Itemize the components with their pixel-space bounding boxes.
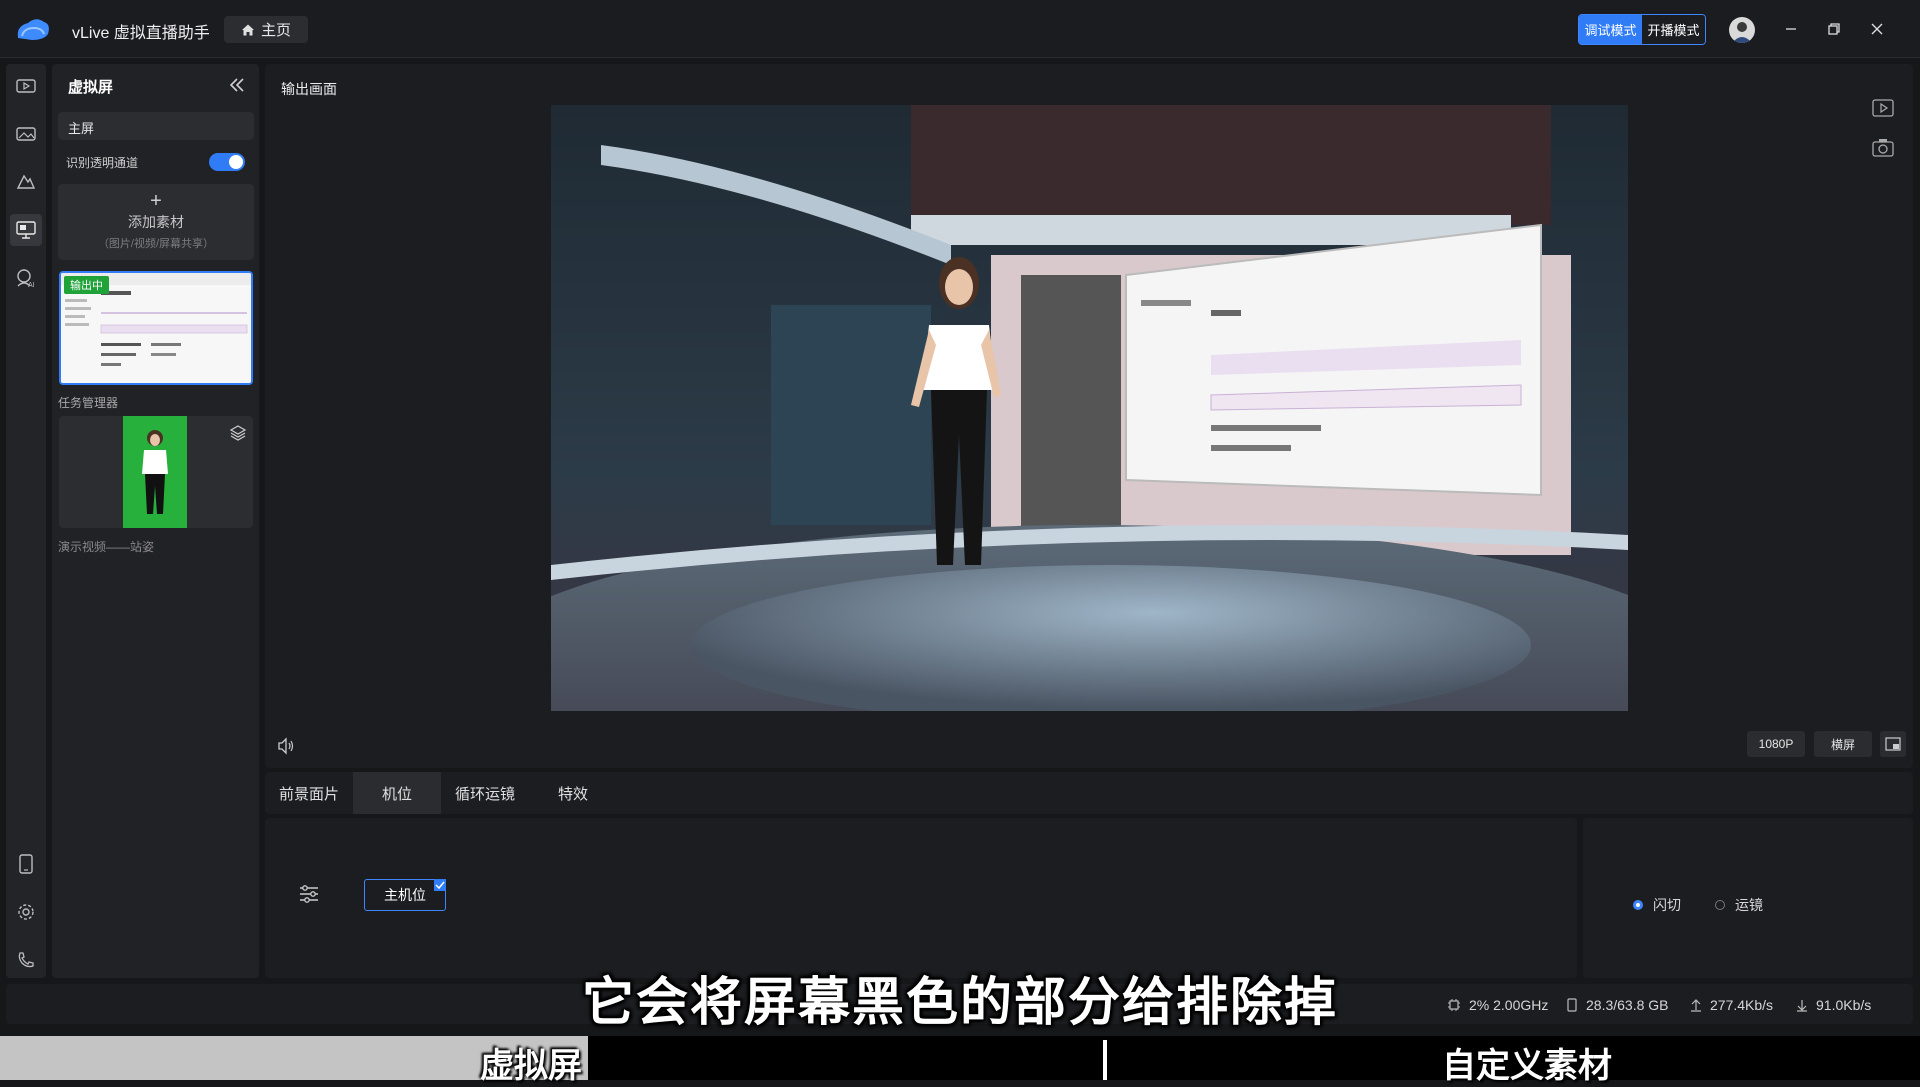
tab-bar: 前景面片 机位 循环运镜 特效: [265, 772, 1913, 814]
add-material-hint: （图片/视频/屏幕共享）: [97, 238, 215, 250]
resolution-selector[interactable]: 1080P: [1747, 731, 1805, 757]
radio-selected-icon: [1633, 900, 1643, 910]
video-subtitle: 它会将屏幕黑色的部分给排除掉: [581, 974, 1338, 1032]
volume-speaker-icon[interactable]: [276, 736, 296, 756]
orientation-selector[interactable]: 横屏: [1814, 731, 1872, 757]
camera-list: 主机位: [265, 818, 1577, 978]
camera-move-radio[interactable]: 运镜: [1715, 895, 1763, 915]
live-mode-button[interactable]: 开播模式: [1642, 15, 1705, 44]
layers-icon[interactable]: [229, 424, 247, 442]
panel-title: 虚拟屏: [68, 79, 114, 96]
restore-button[interactable]: [1823, 18, 1845, 40]
main-screen-selector[interactable]: 主屏: [58, 112, 254, 140]
main-camera-button[interactable]: 主机位: [364, 879, 446, 911]
add-material-button[interactable]: + 添加素材 （图片/视频/屏幕共享）: [58, 184, 254, 260]
material-thumbnail-demo-video[interactable]: [59, 416, 253, 528]
svg-text:AI: AI: [28, 282, 35, 288]
radio-unselected-icon: [1715, 900, 1725, 910]
rail-scene-icon[interactable]: [14, 170, 38, 194]
tab-effects[interactable]: 特效: [529, 772, 617, 814]
tab-loop-camera-move[interactable]: 循环运镜: [441, 772, 529, 814]
flash-cut-label: 闪切: [1653, 897, 1681, 913]
app-title: vLive 虚拟直播助手: [72, 25, 210, 42]
tab-camera[interactable]: 机位: [353, 772, 441, 814]
main-camera-label: 主机位: [384, 887, 426, 903]
restore-icon: [1828, 23, 1840, 35]
screenshot-camera-icon[interactable]: [1871, 136, 1895, 160]
rail-virtual-screen-icon[interactable]: [10, 214, 42, 246]
rail-settings-gear-icon[interactable]: [14, 900, 38, 924]
material-caption: 演示视频——站姿: [58, 540, 155, 554]
rail-video-icon[interactable]: [14, 74, 38, 98]
transition-options: 闪切 运镜: [1583, 818, 1913, 978]
camera-move-label: 运镜: [1735, 897, 1763, 913]
output-title: 输出画面: [281, 81, 337, 97]
add-material-label: 添加素材: [128, 214, 184, 230]
app-logo-icon: [17, 19, 49, 40]
title-bar: vLive 虚拟直播助手 主页 调试模式 开播模式: [0, 0, 1920, 58]
home-icon: [241, 24, 254, 35]
rail-mobile-icon[interactable]: [14, 852, 38, 876]
close-button[interactable]: [1866, 18, 1888, 40]
record-video-icon[interactable]: [1871, 96, 1895, 120]
user-avatar[interactable]: [1729, 17, 1755, 43]
rail-image-icon[interactable]: [14, 122, 38, 146]
chapter-band: 虚拟屏 自定义素材: [0, 1036, 1920, 1085]
close-icon: [1871, 23, 1883, 35]
output-preview-area: 输出画面 1080P 横屏: [265, 64, 1913, 768]
chapter-divider: [1103, 1040, 1107, 1080]
picture-in-picture-icon: [1885, 737, 1901, 751]
mode-switch: 调试模式 开播模式: [1578, 14, 1706, 45]
flash-cut-radio[interactable]: 闪切: [1633, 895, 1681, 915]
bottom-controls: 前景面片 机位 循环运镜 特效 主机位 闪切 运镜: [265, 772, 1913, 978]
collapse-double-chevron-icon[interactable]: [226, 74, 248, 96]
plus-icon: +: [150, 190, 162, 212]
checkmark-icon: [434, 879, 446, 891]
material-caption: 任务管理器: [58, 396, 119, 410]
home-label: 主页: [260, 22, 291, 39]
material-thumbnail-task-manager[interactable]: 输出中: [59, 271, 253, 385]
rail-ai-icon[interactable]: AI: [14, 266, 38, 290]
nav-rail: AI: [6, 64, 46, 978]
green-screen-preview: [123, 416, 187, 528]
output-live-badge: 输出中: [64, 276, 109, 294]
alpha-channel-label: 识别透明通道: [66, 156, 139, 170]
virtual-screen-panel: 虚拟屏 主屏 识别透明通道 + 添加素材 （图片/视频/屏幕共享） 输出中 任务…: [52, 64, 259, 978]
alpha-channel-toggle[interactable]: [209, 153, 245, 171]
tab-foreground[interactable]: 前景面片: [265, 772, 353, 814]
minimize-icon: [1786, 28, 1796, 30]
home-button[interactable]: 主页: [224, 16, 308, 43]
pip-window-button[interactable]: [1880, 731, 1906, 757]
sliders-settings-icon[interactable]: [298, 883, 320, 905]
minimize-button[interactable]: [1780, 18, 1802, 40]
virtual-studio-preview: [551, 105, 1628, 711]
debug-mode-button[interactable]: 调试模式: [1579, 15, 1642, 44]
